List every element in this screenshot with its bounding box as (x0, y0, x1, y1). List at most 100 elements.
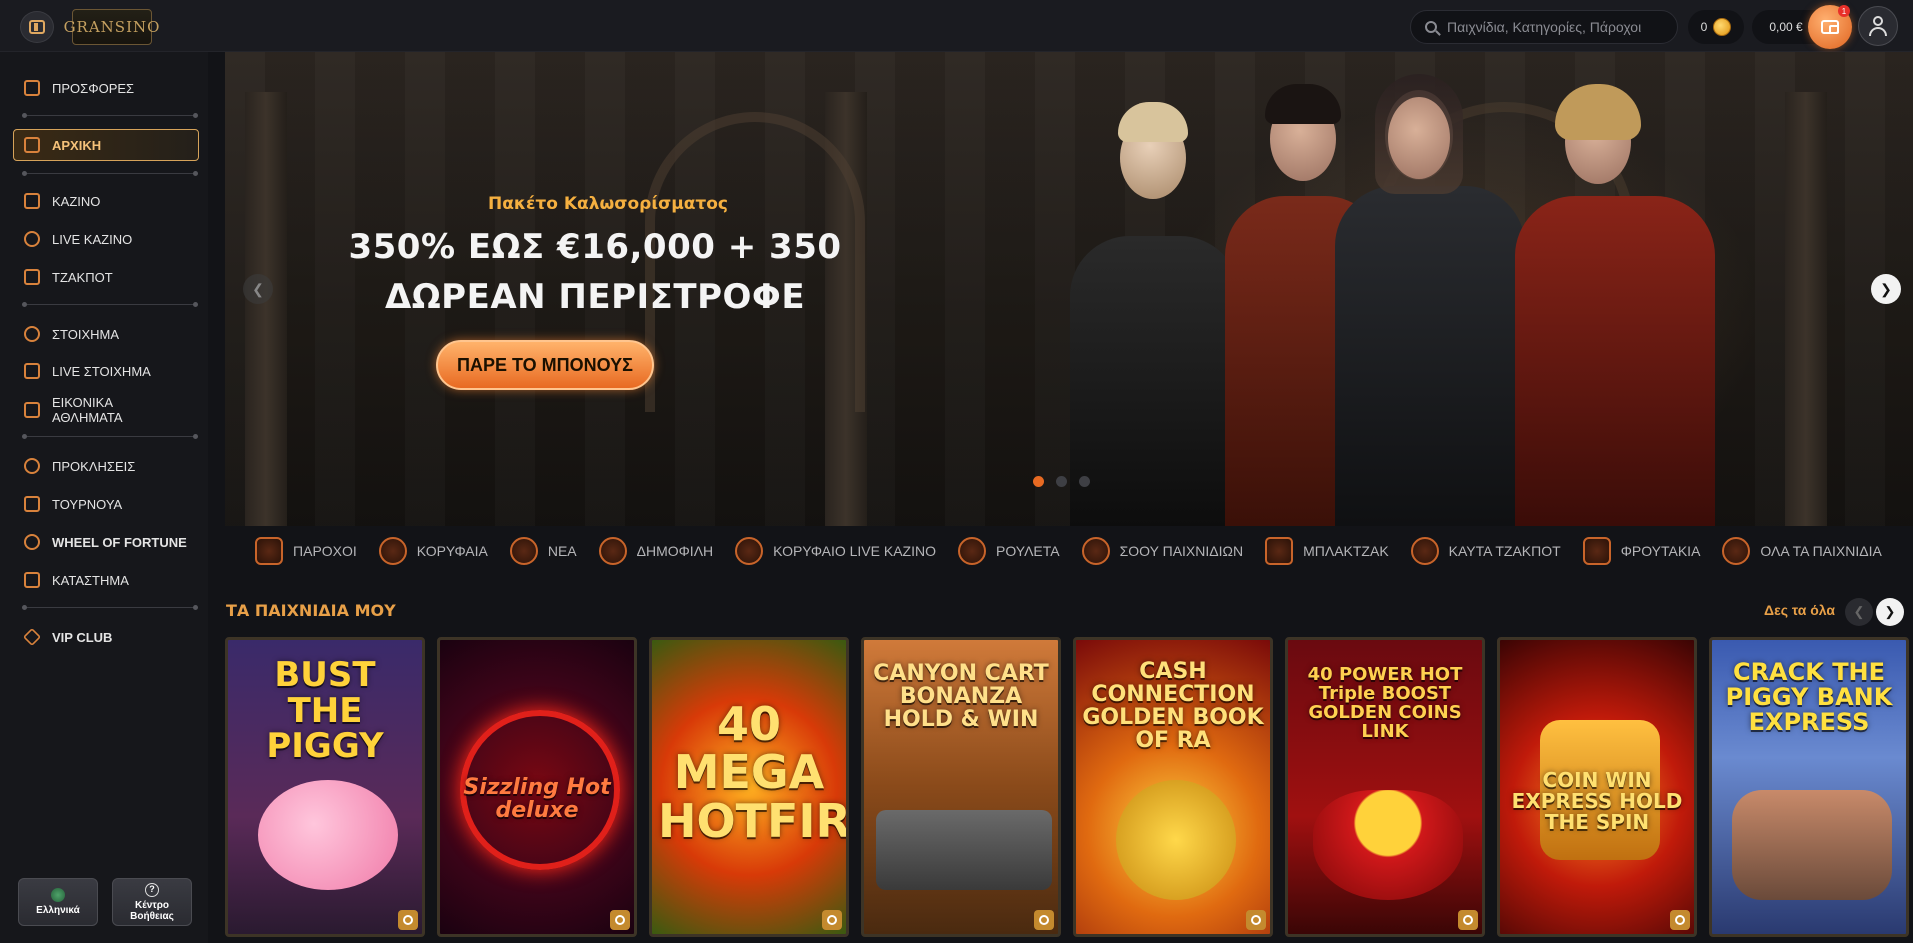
coin-icon (1713, 18, 1732, 36)
monitor-icon (24, 402, 40, 418)
sidebar-item-label: ΚΑΖΙΝΟ (52, 193, 101, 209)
shop-icon (24, 572, 40, 588)
search-bar[interactable] (1410, 10, 1678, 44)
category-all-games[interactable]: ΟΛΑ ΤΑ ΠΑΙΧΝΙΔΙΑ (1722, 537, 1882, 565)
cherries-icon (1722, 537, 1751, 565)
game-title: 40 POWER HOT Triple BOOST GOLDEN COINS L… (1307, 664, 1463, 742)
chevron-left-icon: ❮ (252, 280, 264, 297)
hero-banner[interactable]: Πακέτο Καλωσορίσματος 350% ΕΩΣ €16,000 +… (225, 52, 1913, 526)
games-prev-button[interactable]: ❮ (1845, 598, 1873, 626)
sidebar-toggle-button[interactable] (20, 11, 54, 43)
sidebar-item-label: LIVE ΚΑΖΙΝΟ (52, 231, 133, 247)
sidebar-item-label: ΠΡΟΣΦΟΡΕΣ (52, 80, 135, 96)
sidebar-item-jackpot[interactable]: ΤΖΑΚΠΟΤ (14, 262, 198, 292)
sidebar-item-shop[interactable]: ΚΑΤΑΣΤΗΜΑ (14, 565, 198, 595)
game-tile[interactable]: Sizzling Hot deluxe (437, 637, 637, 937)
recent-clock-icon[interactable] (1670, 910, 1690, 930)
see-all-link[interactable]: Δες τα όλα (1764, 602, 1835, 618)
search-input[interactable] (1447, 19, 1657, 35)
logo[interactable]: GRANSINO (64, 9, 159, 45)
category-game-shows[interactable]: ΣΟΟΥ ΠΑΙΧΝΙΔΙΩΝ (1081, 537, 1244, 565)
divider (22, 113, 198, 118)
recent-clock-icon[interactable] (1458, 910, 1478, 930)
deposit-button[interactable]: 1 (1808, 5, 1852, 49)
coins-display[interactable]: 0 (1688, 10, 1744, 44)
game-tile[interactable]: COIN WIN EXPRESS HOLD THE SPIN (1497, 637, 1697, 937)
game-title: COIN WIN EXPRESS HOLD THE SPIN (1511, 768, 1683, 834)
sidebar-item-sports[interactable]: ΣΤΟΙΧΗΜΑ (14, 319, 198, 349)
slide-indicators (1033, 476, 1090, 487)
sidebar-item-live-sports[interactable]: LIVE ΣΤΟΙΧΗΜΑ (14, 356, 198, 386)
game-artwork (876, 810, 1052, 890)
game-tile[interactable]: CRACK THE PIGGY BANK EXPRESS (1709, 637, 1909, 937)
games-next-button[interactable]: ❯ (1876, 598, 1904, 626)
recent-clock-icon[interactable] (1034, 910, 1054, 930)
slot-machine-icon (1582, 537, 1611, 565)
sidebar-item-casino[interactable]: ΚΑΖΙΝΟ (14, 186, 198, 216)
sidebar-item-challenges[interactable]: ΠΡΟΚΛΗΣΕΙΣ (14, 451, 198, 481)
globe-icon (51, 888, 65, 902)
hero-character-hair (1118, 102, 1188, 142)
sidebar-item-home[interactable]: ΑΡΧΙΚΗ (13, 129, 199, 161)
profile-button[interactable] (1858, 6, 1898, 46)
decor-pillar (1785, 92, 1827, 526)
category-new[interactable]: ΝΕΑ (509, 537, 577, 565)
game-artwork (258, 780, 398, 890)
game-tile[interactable]: CANYON CART BONANZA HOLD & WIN (861, 637, 1061, 937)
chevron-right-icon: ❯ (1880, 280, 1892, 297)
game-tile[interactable]: CASH CONNECTION GOLDEN BOOK OF RA (1073, 637, 1273, 937)
sidebar-item-label: ΕΙΚΟΝΙΚΑ ΑΘΛΗΜΑΤΑ (52, 395, 123, 425)
game-artwork (1732, 790, 1892, 900)
recent-clock-icon[interactable] (822, 910, 842, 930)
chevron-right-icon: ❯ (1884, 604, 1896, 619)
hero-character (1515, 196, 1715, 526)
claim-bonus-button[interactable]: ΠΑΡΕ ΤΟ ΜΠΟΝΟΥΣ (436, 340, 654, 390)
category-popular[interactable]: ΔΗΜΟΦΙΛΗ (598, 537, 713, 565)
category-providers[interactable]: ΠΑΡΟΧΟΙ (255, 537, 357, 565)
game-tile[interactable]: 40 POWER HOT Triple BOOST GOLDEN COINS L… (1285, 637, 1485, 937)
microphone-icon (24, 231, 40, 247)
game-tile[interactable]: BUST THE PIGGY (225, 637, 425, 937)
game-artwork (1313, 790, 1463, 900)
wallet-icon (1821, 20, 1839, 34)
top-bar: GRANSINO 0 0,00 € 1 (0, 0, 1913, 52)
category-blackjack[interactable]: ΜΠΛΑΚΤΖΑΚ (1265, 537, 1389, 565)
sidebar-item-vip-club[interactable]: VIP CLUB (14, 622, 198, 652)
category-hot-jackpots[interactable]: ΚΑΥΤΑ ΤΖΑΚΠΟΤ (1410, 537, 1561, 565)
category-top[interactable]: ΚΟΡΥΦΑΙΑ (378, 537, 488, 565)
category-label: ΣΟΟΥ ΠΑΙΧΝΙΔΙΩΝ (1119, 543, 1244, 559)
game-tile[interactable]: 40 MEGA HOTFIRE (649, 637, 849, 937)
cards-icon (1265, 537, 1294, 565)
microphone-icon (735, 537, 764, 565)
category-top-live-casino[interactable]: ΚΟΡΥΦΑΙΟ LIVE ΚΑΖΙΝΟ (735, 537, 936, 565)
recent-clock-icon[interactable] (1246, 910, 1266, 930)
slide-dot[interactable] (1033, 476, 1044, 487)
sidebar-item-wheel-of-fortune[interactable]: WHEEL OF FORTUNE (14, 527, 198, 557)
help-center-button[interactable]: ? Κέντρο Βοήθειας (112, 878, 192, 926)
category-label: ΚΑΥΤΑ ΤΖΑΚΠΟΤ (1448, 543, 1561, 559)
game-title: Sizzling Hot deluxe (463, 775, 611, 824)
coins-value: 0 (1700, 20, 1708, 34)
category-roulette[interactable]: ΡΟΥΛΕΤΑ (958, 537, 1060, 565)
sidebar-item-promotions[interactable]: ΠΡΟΣΦΟΡΕΣ (14, 73, 198, 103)
sidebar: ΠΡΟΣΦΟΡΕΣ ΑΡΧΙΚΗ ΚΑΖΙΝΟ LIVE ΚΑΖΙΝΟ ΤΖΑΚ… (0, 52, 208, 943)
recent-clock-icon[interactable] (610, 910, 630, 930)
recent-clock-icon[interactable] (398, 910, 418, 930)
slide-dot[interactable] (1056, 476, 1067, 487)
search-icon (1425, 21, 1437, 33)
sidebar-item-live-casino[interactable]: LIVE ΚΑΖΙΝΟ (14, 224, 198, 254)
hot-icon (1410, 537, 1439, 565)
game-title: CANYON CART BONANZA HOLD & WIN (873, 661, 1049, 733)
hero-character-face (1388, 97, 1450, 179)
hero-prev-button[interactable]: ❮ (243, 274, 273, 304)
decor-pillar (245, 92, 287, 526)
hero-next-button[interactable]: ❯ (1871, 274, 1901, 304)
sidebar-item-label: WHEEL OF FORTUNE (52, 534, 187, 550)
category-fruits[interactable]: ΦΡΟΥΤΑΚΙΑ (1582, 537, 1700, 565)
language-button[interactable]: Ελληνικά (18, 878, 98, 926)
divider (22, 434, 198, 439)
slide-dot[interactable] (1079, 476, 1090, 487)
sidebar-item-virtual-sports[interactable]: ΕΙΚΟΝΙΚΑ ΑΘΛΗΜΑΤΑ (14, 392, 198, 428)
slot-machine-icon (255, 537, 283, 565)
sidebar-item-tournaments[interactable]: ΤΟΥΡΝΟΥΑ (14, 489, 198, 519)
